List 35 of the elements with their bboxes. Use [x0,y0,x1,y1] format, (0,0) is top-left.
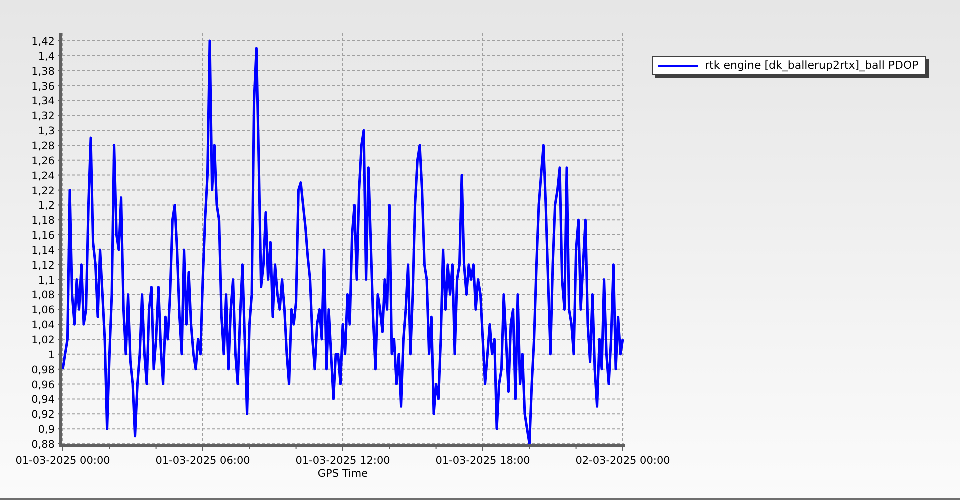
axis-tick-label: 1,08 [32,290,55,302]
axis-tick-label: 0,92 [32,409,55,422]
axis-tick-label: 01-03-2025 00:00 [16,455,110,467]
axis-tick-label: 1,12 [32,260,55,272]
axis-tick-label: 0,94 [32,394,55,406]
axis-tick-label: 1,32 [32,110,55,123]
axis-tick-label: 1,18 [32,215,55,228]
axis-tick-label: 1,22 [32,185,55,198]
axis-tick-label: 1,16 [32,230,55,242]
axis-tick-label: 0,9 [38,424,55,436]
axis-tick-label: 01-03-2025 06:00 [156,455,250,467]
axis-tick-label: 0,96 [32,379,55,392]
axis-tick-label: 0,88 [32,439,55,451]
axis-tick-label: 1,1 [38,274,55,287]
axis-tick-label: 02-03-2025 00:00 [576,455,670,467]
axis-tick-label: 01-03-2025 12:00 [296,455,390,467]
axis-tick-label: 1,38 [32,66,55,78]
axis-tick-label: 1,14 [32,245,55,257]
axis-tick-label: 1,2 [38,200,55,212]
axis-tick-label: 01-03-2025 18:00 [436,455,530,467]
axis-tick-label: 1 [48,349,55,362]
axis-tick-label: 1,36 [32,80,55,93]
axis-title: GPS Time [318,468,368,480]
axis-tick-label: 1,34 [32,96,55,108]
axis-tick-label: 0,98 [32,364,55,376]
axis-tick-label: 1,06 [32,304,55,317]
axis-tick-label: 1,28 [32,140,55,152]
axis-tick-label: 1,26 [32,155,55,168]
axis-tick-label: 1,3 [38,126,55,138]
legend-label: rtk engine [dk_ballerup2rtx]_ball PDOP [705,59,919,72]
axis-tick-label: 1,42 [32,36,55,48]
axis-tick-label: 1,02 [32,334,55,346]
axis-tick-label: 1,24 [32,170,55,182]
axis-tick-label: 1,04 [32,320,55,332]
axis-tick-label: 1,4 [38,50,55,63]
